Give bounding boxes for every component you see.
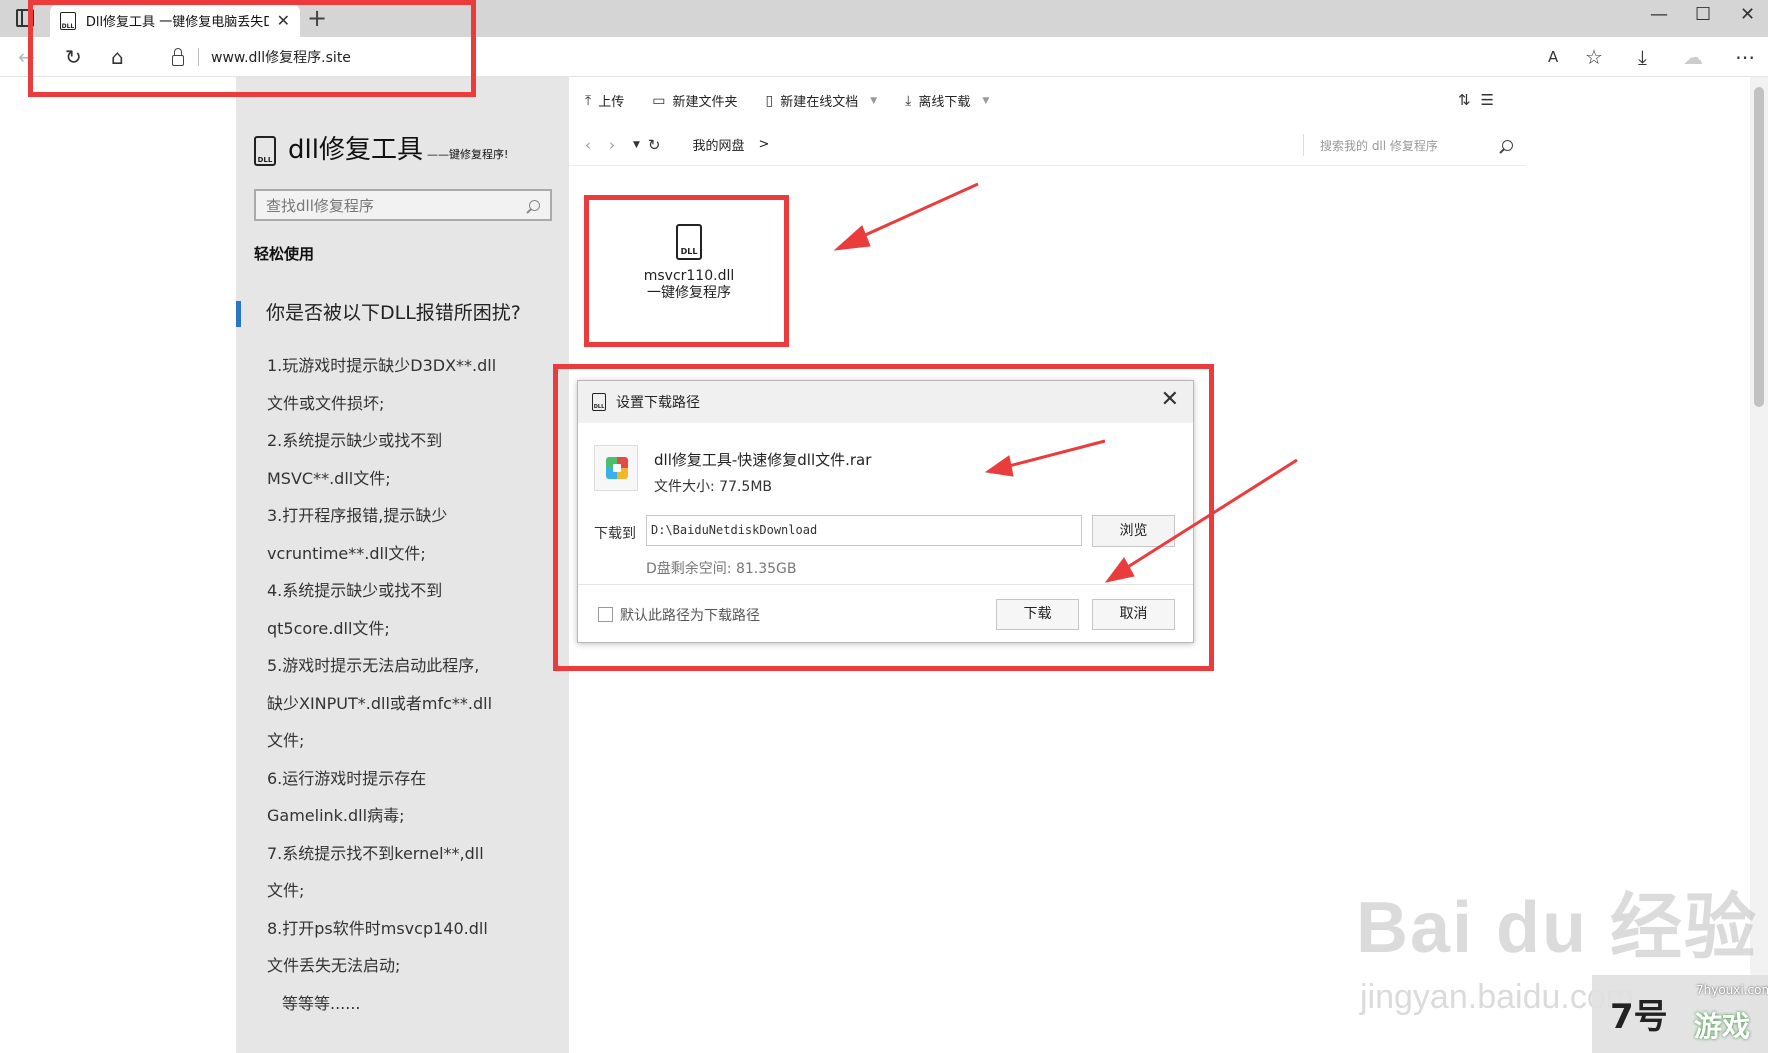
history-dropdown-icon[interactable]: ▼ bbox=[633, 140, 640, 150]
search-icon[interactable] bbox=[529, 199, 540, 211]
more-menu-icon[interactable]: ⋯ bbox=[1735, 45, 1755, 69]
nav-back-icon[interactable]: ‹ bbox=[585, 136, 591, 154]
file-search-input[interactable]: 搜索我的 dll 修复程序 bbox=[1303, 134, 1513, 156]
issue-line: Gamelink.dll病毒; bbox=[267, 806, 405, 825]
download-icon: ⤓ bbox=[905, 92, 912, 109]
corner-logo: 7号 游戏 7hyouxi.com bbox=[1592, 975, 1768, 1053]
search-icon[interactable] bbox=[1502, 139, 1513, 151]
folder-icon: ▭ bbox=[652, 92, 666, 109]
offline-download-label: 离线下载 bbox=[918, 95, 971, 110]
issue-line: 6.运行游戏时提示存在 bbox=[267, 768, 427, 788]
question-heading: 你是否被以下DLL报错所困扰? bbox=[266, 302, 521, 324]
list-view-icon[interactable]: ☰ bbox=[1481, 91, 1504, 109]
view-options: ⇅☰ bbox=[1458, 91, 1504, 109]
issue-line: 文件; bbox=[267, 881, 305, 900]
issue-line: 1.玩游戏时提示缺少D3DX**.dll bbox=[267, 356, 497, 375]
brand-name: dll修复工具 bbox=[288, 135, 423, 165]
brand: DLL dll修复工具 ——键修复程序! bbox=[254, 129, 508, 166]
sort-icon[interactable]: ⇅ bbox=[1458, 91, 1481, 109]
sidebar-search-placeholder: 查找dll修复程序 bbox=[266, 196, 374, 215]
breadcrumb-root[interactable]: 我的网盘 bbox=[693, 135, 745, 154]
upload-icon: ⤒ bbox=[585, 92, 592, 109]
page-left-gutter bbox=[0, 77, 236, 1053]
issue-line-last: 等等等...... bbox=[282, 993, 361, 1013]
corner-logo-url: 7hyouxi.com bbox=[1696, 983, 1768, 997]
upload-button[interactable]: ⤒ 上传 bbox=[585, 91, 625, 111]
dropdown-caret-icon[interactable]: ▼ bbox=[982, 96, 989, 106]
issue-line: 缺少XINPUT*.dll或者mfc**.dll bbox=[267, 693, 493, 713]
issue-line: vcruntime**.dll文件; bbox=[267, 543, 426, 563]
nav-forward-icon[interactable]: › bbox=[609, 136, 615, 154]
file-search-placeholder: 搜索我的 dll 修复程序 bbox=[1320, 138, 1438, 153]
section-title: 轻松使用 bbox=[254, 245, 315, 263]
new-folder-button[interactable]: ▭ 新建文件夹 bbox=[652, 91, 738, 111]
new-folder-label: 新建文件夹 bbox=[672, 95, 738, 110]
profile-icon[interactable]: ☁ bbox=[1683, 45, 1703, 69]
new-online-doc-label: 新建在线文档 bbox=[780, 95, 859, 110]
question-accent-bar bbox=[236, 301, 241, 327]
favorites-icon[interactable]: ☆ bbox=[1585, 45, 1603, 69]
downloads-icon[interactable]: ⤓ bbox=[1638, 45, 1647, 69]
annotation-box-file bbox=[584, 195, 789, 347]
sidebar: DLL dll修复工具 ——键修复程序! 查找dll修复程序 轻松使用 你是否被… bbox=[236, 77, 569, 1053]
dll-file-icon: DLL bbox=[254, 136, 276, 166]
minimize-icon[interactable]: — bbox=[1650, 4, 1668, 25]
scrollbar-thumb[interactable] bbox=[1754, 87, 1764, 407]
baidu-watermark: Bai du 经验 bbox=[1356, 888, 1759, 968]
maximize-icon[interactable]: ☐ bbox=[1695, 4, 1711, 25]
read-aloud-icon[interactable]: A bbox=[1548, 48, 1558, 66]
issue-line: 7.系统提示找不到kernel**,dll bbox=[267, 843, 484, 863]
nav-refresh-icon[interactable]: ↻ bbox=[648, 136, 661, 154]
offline-download-button[interactable]: ⤓ 离线下载 ▼ bbox=[905, 91, 989, 111]
new-online-doc-button[interactable]: ▯ 新建在线文档 ▼ bbox=[765, 91, 877, 111]
dropdown-caret-icon[interactable]: ▼ bbox=[870, 96, 877, 106]
annotation-box-dialog bbox=[553, 364, 1214, 671]
breadcrumb-separator: > bbox=[758, 137, 770, 152]
issue-list: 1.玩游戏时提示缺少D3DX**.dll 文件或文件损坏; 2.系统提示缺少或找… bbox=[267, 347, 557, 1022]
issue-line: MSVC**.dll文件; bbox=[267, 468, 391, 488]
issue-line: 4.系统提示缺少或找不到 bbox=[267, 581, 443, 600]
issue-line: qt5core.dll文件; bbox=[267, 618, 390, 638]
close-window-icon[interactable]: ✕ bbox=[1740, 4, 1755, 25]
issue-line: 2.系统提示缺少或找不到 bbox=[267, 431, 443, 450]
issue-line: 3.打开程序报错,提示缺少 bbox=[267, 506, 448, 525]
sidebar-search-input[interactable]: 查找dll修复程序 bbox=[254, 189, 552, 221]
upload-label: 上传 bbox=[598, 95, 625, 110]
corner-logo-text2: 游戏 bbox=[1694, 1010, 1751, 1043]
issue-line: 文件丢失无法启动; bbox=[267, 956, 401, 975]
file-manager-toolbar: ⤒ 上传 ▭ 新建文件夹 ▯ 新建在线文档 ▼ ⤓ 离线下载 ▼ ⇅☰ bbox=[569, 77, 1526, 124]
issue-line: 文件或文件损坏; bbox=[267, 393, 385, 413]
brand-subtitle: ——键修复程序! bbox=[426, 148, 509, 161]
corner-logo-text: 7号 bbox=[1610, 997, 1668, 1037]
annotation-box-address bbox=[28, 0, 476, 97]
issue-line: 5.游戏时提示无法启动此程序, bbox=[267, 656, 480, 675]
document-icon: ▯ bbox=[765, 92, 774, 109]
issue-line: 文件; bbox=[267, 731, 305, 750]
issue-line: 8.打开ps软件时msvcp140.dll bbox=[267, 918, 488, 938]
